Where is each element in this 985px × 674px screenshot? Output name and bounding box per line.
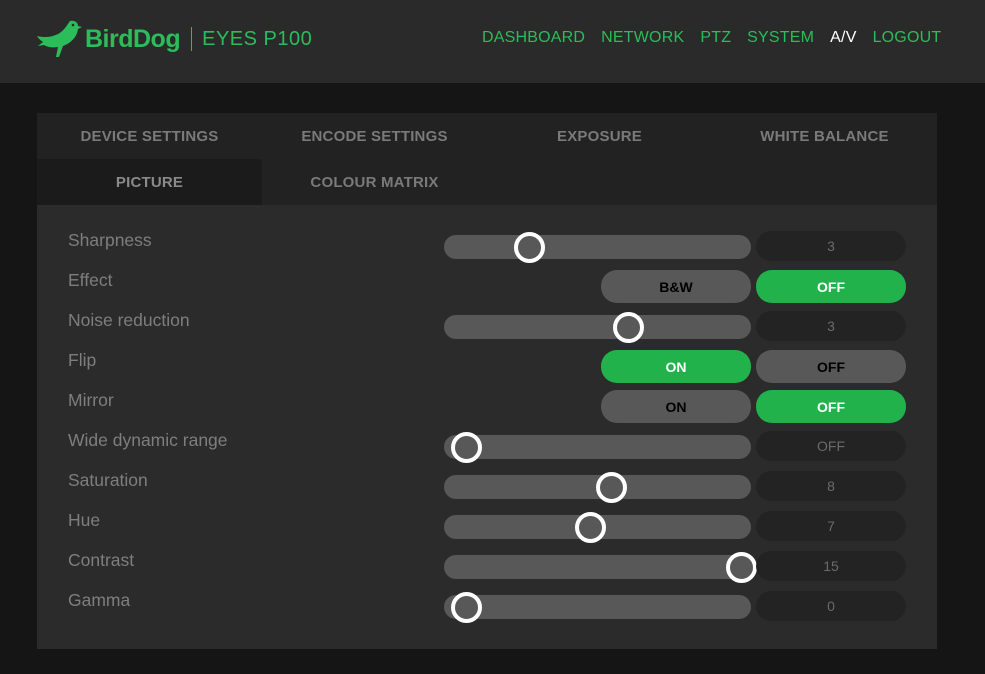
wide-dynamic-range-slider[interactable] <box>444 435 751 459</box>
gamma-slider[interactable] <box>444 595 751 619</box>
effect-off-button[interactable]: OFF <box>756 270 906 303</box>
flip-on-button[interactable]: ON <box>601 350 751 383</box>
noise-reduction-value: 3 <box>756 311 906 341</box>
noise-reduction-label: Noise reduction <box>68 310 190 330</box>
hue-label: Hue <box>68 510 101 530</box>
brand-name: BirdDog <box>85 24 181 53</box>
nav-ptz[interactable]: PTZ <box>700 29 731 47</box>
gamma-value: 0 <box>756 591 906 621</box>
tab-white-balance[interactable]: WHITE BALANCE <box>712 113 937 159</box>
saturation-value: 8 <box>756 471 906 501</box>
noise-reduction-slider-handle[interactable] <box>613 311 645 343</box>
settings-panel: DEVICE SETTINGS ENCODE SETTINGS EXPOSURE… <box>37 113 937 649</box>
tab-picture[interactable]: PICTURE <box>37 159 262 205</box>
sharpness-slider-handle[interactable] <box>514 231 546 263</box>
main-nav: DASHBOARD NETWORK PTZ SYSTEM A/V LOGOUT <box>482 29 957 47</box>
tab-bar: DEVICE SETTINGS ENCODE SETTINGS EXPOSURE… <box>37 113 937 205</box>
mirror-on-button[interactable]: ON <box>601 390 751 423</box>
top-header: BirdDog EYES P100 DASHBOARD NETWORK PTZ … <box>0 0 985 83</box>
bird-logo-icon <box>37 20 82 57</box>
nav-logout[interactable]: LOGOUT <box>873 29 942 47</box>
noise-reduction-slider[interactable] <box>444 315 751 339</box>
wide-dynamic-range-slider-handle[interactable] <box>450 431 482 463</box>
effect-label: Effect <box>68 270 113 290</box>
tab-colour-matrix[interactable]: COLOUR MATRIX <box>262 159 487 205</box>
brand-separator <box>191 27 193 51</box>
mirror-off-button[interactable]: OFF <box>756 390 906 423</box>
sharpness-value: 3 <box>756 231 906 261</box>
tab-device-settings[interactable]: DEVICE SETTINGS <box>37 113 262 159</box>
nav-av[interactable]: A/V <box>830 29 856 47</box>
saturation-slider-handle[interactable] <box>596 471 628 503</box>
hue-slider-handle[interactable] <box>574 511 606 543</box>
hue-value: 7 <box>756 511 906 541</box>
mirror-label: Mirror <box>68 390 114 410</box>
sharpness-label: Sharpness <box>68 230 152 250</box>
flip-off-button[interactable]: OFF <box>756 350 906 383</box>
flip-label: Flip <box>68 350 97 370</box>
contrast-label: Contrast <box>68 550 135 570</box>
sharpness-slider[interactable] <box>444 235 751 259</box>
gamma-label: Gamma <box>68 590 131 610</box>
contrast-value: 15 <box>756 551 906 581</box>
saturation-label: Saturation <box>68 470 148 490</box>
wide-dynamic-range-value: OFF <box>756 431 906 461</box>
effect-bw-button[interactable]: B&W <box>601 270 751 303</box>
nav-system[interactable]: SYSTEM <box>747 29 814 47</box>
contrast-slider[interactable] <box>444 555 751 579</box>
tab-exposure[interactable]: EXPOSURE <box>487 113 712 159</box>
brand-logo[interactable]: BirdDog EYES P100 <box>37 14 312 64</box>
nav-dashboard[interactable]: DASHBOARD <box>482 29 585 47</box>
model-name: EYES P100 <box>202 27 313 50</box>
nav-network[interactable]: NETWORK <box>601 29 684 47</box>
tab-encode-settings[interactable]: ENCODE SETTINGS <box>262 113 487 159</box>
wide-dynamic-range-label: Wide dynamic range <box>68 430 228 450</box>
gamma-slider-handle[interactable] <box>450 591 482 623</box>
contrast-slider-handle[interactable] <box>725 551 757 583</box>
